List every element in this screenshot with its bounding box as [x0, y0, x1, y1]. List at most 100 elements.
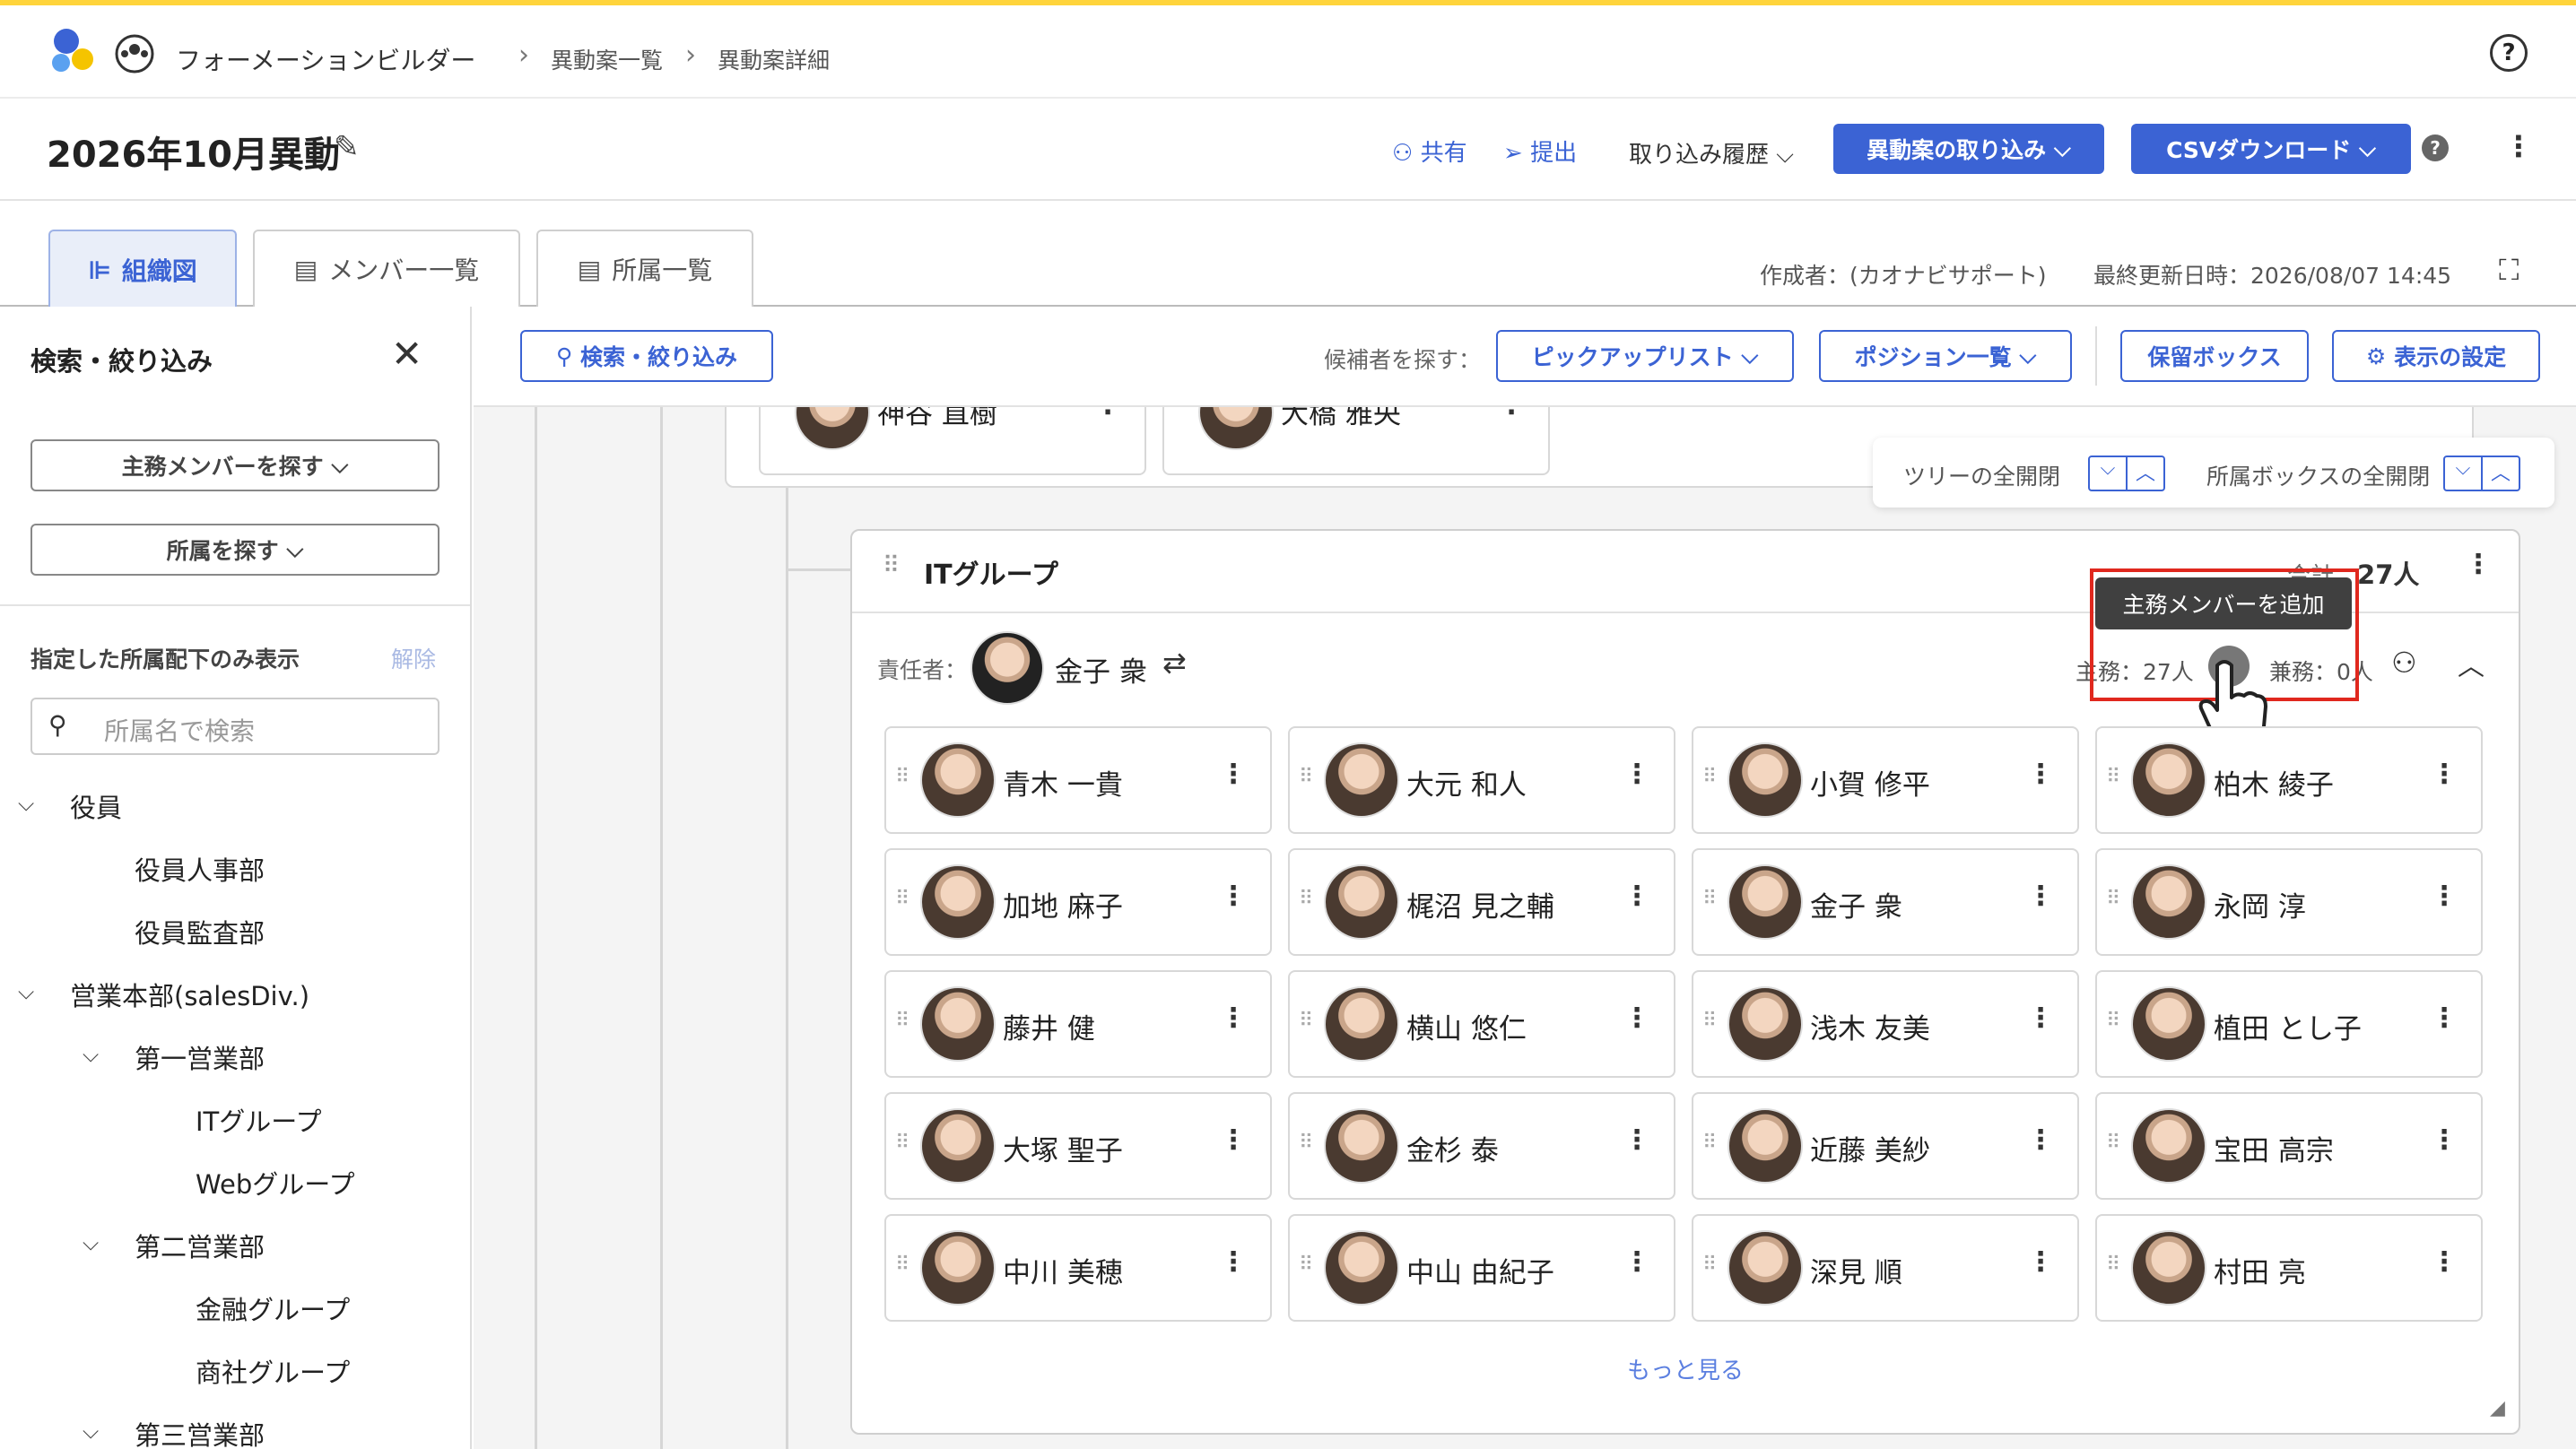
find-department-button[interactable]: 所属を探す ⌵ [30, 524, 439, 576]
member-card[interactable]: ⠿ 加地 麻子 ⋮ [884, 848, 1272, 956]
add-user-icon[interactable]: ⚇ [2391, 646, 2417, 680]
help-icon[interactable]: ? [2490, 34, 2528, 72]
tree-item[interactable]: 営業本部(salesDiv.) [70, 976, 309, 1013]
member-card[interactable]: ⠿ 宝田 高宗 ⋮ [2095, 1092, 2483, 1200]
drag-handle-icon[interactable]: ⠿ [895, 766, 909, 788]
chevron-down-icon[interactable]: ⌵ [83, 1042, 99, 1067]
more-menu-icon[interactable]: ⋮ [2027, 759, 2054, 790]
more-menu-icon[interactable]: ⋮ [2465, 549, 2492, 580]
tree-item[interactable]: 商社グループ [196, 1352, 350, 1390]
member-card[interactable]: ⠿ 大元 和人 ⋮ [1288, 726, 1675, 834]
more-menu-icon[interactable]: ⋮ [1623, 1246, 1650, 1278]
more-menu-icon[interactable]: ⋮ [1094, 407, 1121, 421]
department-search-input[interactable]: ⚲ 所属名で検索 [30, 698, 439, 755]
chevron-up-icon[interactable]: ︿ [2483, 457, 2519, 490]
drag-handle-icon[interactable]: ⠿ [2106, 766, 2120, 788]
tab-department-list[interactable]: ▤ 所属一覧 [536, 230, 753, 307]
tree-expand-toggle[interactable]: ⌵ ︿ [2088, 456, 2165, 491]
drag-handle-icon[interactable]: ⠿ [2106, 1254, 2120, 1276]
member-card[interactable]: ⠿ 村田 亮 ⋮ [2095, 1214, 2483, 1322]
more-menu-icon[interactable]: ⋮ [1623, 881, 1650, 912]
member-card[interactable]: 大橋 雅央 ⋮ [1162, 407, 1550, 475]
more-menu-icon[interactable]: ⋮ [2027, 1002, 2054, 1034]
member-card[interactable]: ⠿ 中山 由紀子 ⋮ [1288, 1214, 1675, 1322]
drag-handle-icon[interactable]: ⠿ [1299, 1254, 1313, 1276]
drag-handle-icon[interactable]: ⠿ [2106, 1132, 2120, 1154]
more-menu-icon[interactable]: ⋮ [1623, 759, 1650, 790]
more-menu-icon[interactable]: ⋮ [1220, 1002, 1247, 1034]
chevron-up-icon[interactable]: ︿ [2458, 644, 2485, 683]
close-icon[interactable]: ✕ [391, 332, 422, 376]
chevron-down-icon[interactable]: ⌵ [2445, 457, 2483, 490]
more-menu-icon[interactable]: ⋮ [1220, 1246, 1247, 1278]
submit-link[interactable]: ➢ 提出 [1503, 134, 1577, 168]
more-menu-icon[interactable]: ⋮ [2027, 1246, 2054, 1278]
chevron-down-icon[interactable]: ⌵ [2090, 457, 2128, 490]
chevron-up-icon[interactable]: ︿ [2128, 457, 2163, 490]
drag-handle-icon[interactable]: ⠿ [1299, 766, 1313, 788]
drag-handle-icon[interactable]: ⠿ [883, 552, 900, 579]
drag-handle-icon[interactable]: ⠿ [1702, 888, 1717, 910]
import-plan-button[interactable]: 異動案の取り込み ⌵ [1833, 124, 2104, 174]
show-more-link[interactable]: もっと見る [1627, 1352, 1744, 1385]
drag-handle-icon[interactable]: ⠿ [895, 1010, 909, 1032]
csv-download-button[interactable]: CSVダウンロード ⌵ [2131, 124, 2411, 174]
drag-handle-icon[interactable]: ⠿ [895, 1132, 909, 1154]
more-menu-icon[interactable]: ⋮ [2431, 759, 2458, 790]
member-card[interactable]: ⠿ 近藤 美紗 ⋮ [1692, 1092, 2079, 1200]
drag-handle-icon[interactable]: ⠿ [1299, 888, 1313, 910]
more-menu-icon[interactable]: ⋮ [1623, 1124, 1650, 1156]
display-settings-button[interactable]: ⚙ 表示の設定 [2332, 330, 2540, 382]
member-card[interactable]: ⠿ 藤井 健 ⋮ [884, 970, 1272, 1078]
member-card[interactable]: ⠿ 金杉 泰 ⋮ [1288, 1092, 1675, 1200]
drag-handle-icon[interactable]: ⠿ [1299, 1132, 1313, 1154]
more-menu-icon[interactable]: ⋮ [1220, 759, 1247, 790]
more-menu-icon[interactable]: ⋮ [2431, 1124, 2458, 1156]
member-card[interactable]: ⠿ 柏木 綾子 ⋮ [2095, 726, 2483, 834]
chevron-down-icon[interactable]: ⌵ [18, 791, 34, 816]
box-expand-toggle[interactable]: ⌵ ︿ [2443, 456, 2520, 491]
tab-org-chart[interactable]: ⊫ 組織図 [48, 230, 237, 308]
member-card[interactable]: ⠿ 大塚 聖子 ⋮ [884, 1092, 1272, 1200]
more-menu-icon[interactable]: ⋮ [2027, 881, 2054, 912]
member-card[interactable]: ⠿ 青木 一貴 ⋮ [884, 726, 1272, 834]
tree-item[interactable]: 役員 [70, 787, 122, 825]
more-menu-icon[interactable]: ⋮ [2431, 1246, 2458, 1278]
drag-handle-icon[interactable]: ⠿ [1299, 1010, 1313, 1032]
member-card[interactable]: ⠿ 金子 衆 ⋮ [1692, 848, 2079, 956]
member-card[interactable]: ⠿ 小賀 修平 ⋮ [1692, 726, 2079, 834]
drag-handle-icon[interactable]: ⠿ [2106, 1010, 2120, 1032]
chevron-down-icon[interactable]: ⌵ [83, 1230, 99, 1255]
tree-item[interactable]: 役員監査部 [135, 913, 265, 950]
tree-item[interactable]: 第二営業部 [135, 1227, 265, 1264]
member-card[interactable]: ⠿ 浅木 友美 ⋮ [1692, 970, 2079, 1078]
search-filter-button[interactable]: ⚲ 検索・絞り込み [520, 330, 773, 382]
member-card[interactable]: ⠿ 永岡 淳 ⋮ [2095, 848, 2483, 956]
drag-handle-icon[interactable]: ⠿ [2106, 888, 2120, 910]
resize-handle-icon[interactable]: ◢ [2490, 1397, 2505, 1419]
drag-handle-icon[interactable]: ⠿ [895, 1254, 909, 1276]
position-list-button[interactable]: ポジション一覧 ⌵ [1819, 330, 2072, 382]
member-card[interactable]: ⠿ 植田 とし子 ⋮ [2095, 970, 2483, 1078]
more-menu-icon[interactable]: ⋮ [2431, 881, 2458, 912]
hold-box-button[interactable]: 保留ボックス [2120, 330, 2309, 382]
drag-handle-icon[interactable]: ⠿ [1702, 1254, 1717, 1276]
pickup-list-button[interactable]: ピックアップリスト ⌵ [1496, 330, 1794, 382]
drag-handle-icon[interactable]: ⠿ [1702, 1132, 1717, 1154]
tree-item[interactable]: Webグループ [196, 1164, 355, 1202]
breadcrumb-app[interactable]: フォーメーションビルダー [176, 41, 475, 77]
breadcrumb-list[interactable]: 異動案一覧 [551, 43, 663, 75]
member-card[interactable]: 神谷 直樹 ⋮ [759, 407, 1146, 475]
tree-item[interactable]: 第三営業部 [135, 1415, 265, 1449]
swap-icon[interactable]: ⇄ [1162, 646, 1187, 680]
member-card[interactable]: ⠿ 深見 順 ⋮ [1692, 1214, 2079, 1322]
more-menu-icon[interactable]: ⋮ [1220, 1124, 1247, 1156]
clear-link[interactable]: 解除 [391, 642, 436, 674]
find-main-member-button[interactable]: 主務メンバーを探す ⌵ [30, 439, 439, 491]
tree-item[interactable]: 第一営業部 [135, 1038, 265, 1076]
edit-pencil-icon[interactable]: ✎ [334, 129, 360, 165]
fullscreen-icon[interactable]: ⛶ [2499, 253, 2519, 288]
more-menu-icon[interactable]: ⋮ [2431, 1002, 2458, 1034]
chevron-down-icon[interactable]: ⌵ [18, 979, 34, 1004]
import-history-dropdown[interactable]: 取り込み履歴 ⌵ [1629, 136, 1794, 169]
